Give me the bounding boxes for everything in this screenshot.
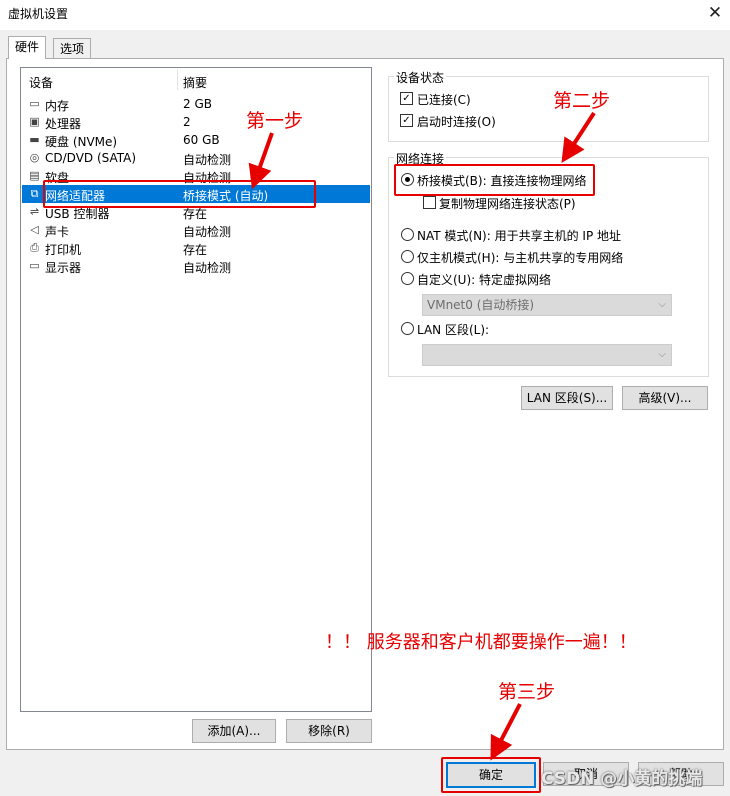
arrow-step3 — [490, 703, 522, 761]
arrow-step1 — [248, 132, 274, 190]
annotation-arrows — [248, 111, 596, 761]
tab-hardware[interactable]: 硬件 — [8, 36, 46, 59]
arrow-step2 — [561, 111, 596, 164]
watermark: CSDN @小黄的挑端 — [541, 769, 703, 789]
